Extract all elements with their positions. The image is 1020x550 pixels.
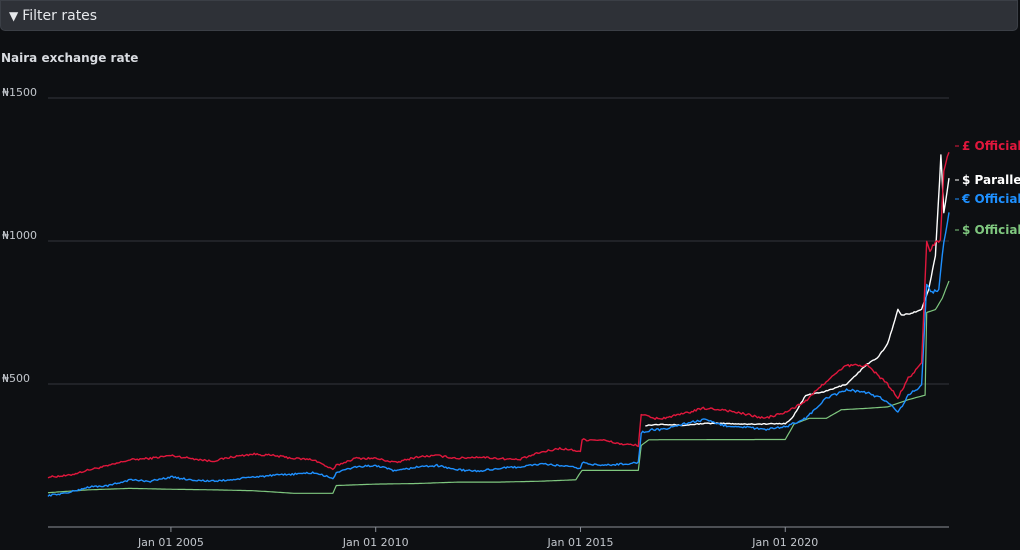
x-tick-label: Jan 01 2010 (342, 536, 409, 549)
series-label: € Official (961, 192, 1020, 206)
series-line-3 (47, 280, 950, 494)
series-label: £ Official (962, 139, 1020, 153)
y-tick-label: ₦1500 (2, 86, 37, 99)
y-axis: ₦500 ₦1000 ₦1500 (2, 86, 37, 385)
series-line-2 (47, 212, 950, 497)
series-end-labels: £ Official $ Parallel € Official $ Official (955, 139, 1020, 237)
x-axis: Jan 01 2005 Jan 01 2010 Jan 01 2015 Jan 01 … (48, 526, 949, 549)
grid-lines (48, 97, 949, 385)
series-label: $ Parallel (962, 173, 1020, 187)
series-lines (47, 152, 950, 497)
series-line-1 (645, 154, 950, 427)
series-label: $ Official (962, 223, 1020, 237)
x-tick-label: Jan 01 2005 (137, 536, 204, 549)
x-tick-label: Jan 01 2020 (751, 536, 818, 549)
x-tick-label: Jan 01 2015 (547, 536, 614, 549)
exchange-rate-chart: ₦500₦1000₦1500 Jan 01 2005 Jan 01 2010 Jan… (2, 86, 1020, 549)
y-tick-label: ₦1000 (2, 229, 37, 242)
y-tick-label: ₦500 (2, 372, 30, 385)
series-line-0 (47, 152, 950, 479)
